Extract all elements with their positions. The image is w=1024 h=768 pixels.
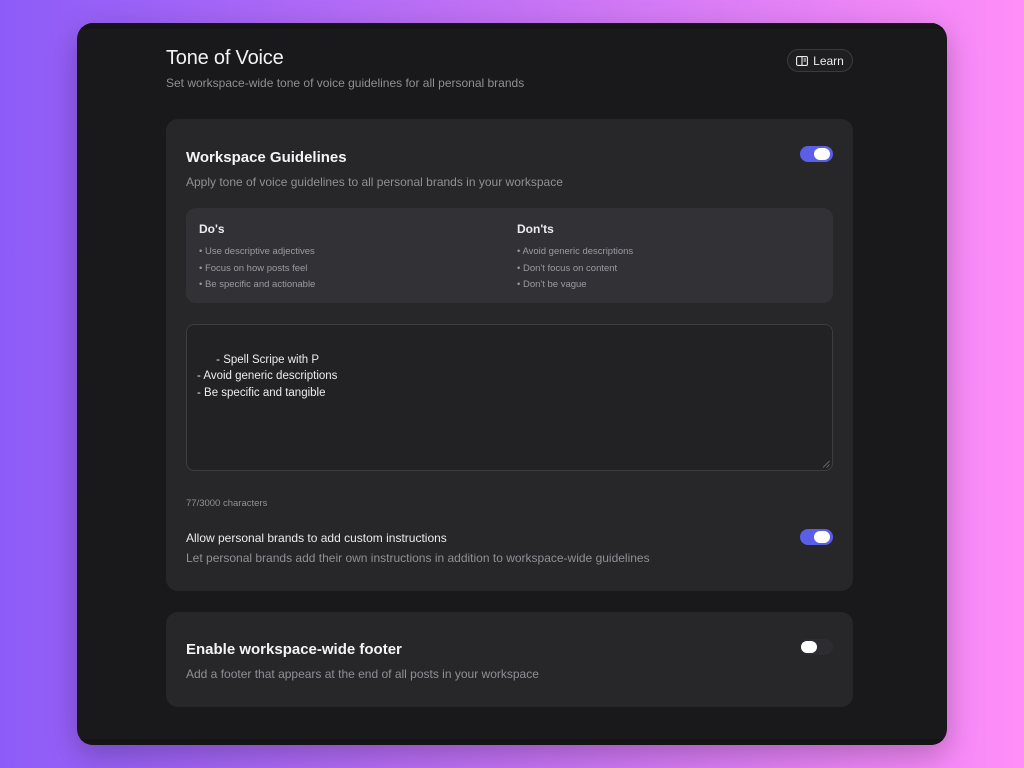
workspace-footer-card: Enable workspace-wide footer Add a foote… (166, 612, 853, 707)
donts-item: • Avoid generic descriptions (517, 246, 634, 257)
donts-title: Don'ts (517, 222, 554, 236)
learn-button[interactable]: Learn (787, 49, 853, 72)
guidelines-description: Apply tone of voice guidelines to all pe… (186, 175, 563, 189)
char-count: 77/3000 characters (186, 498, 268, 509)
textarea-content: - Spell Scripe with P - Avoid generic de… (197, 353, 338, 399)
dos-title: Do's (199, 222, 225, 236)
toggle-knob (814, 148, 830, 160)
guidelines-toggle[interactable] (800, 146, 833, 162)
custom-instructions-title: Allow personal brands to add custom inst… (186, 531, 447, 545)
dos-item: • Be specific and actionable (199, 279, 316, 291)
guidelines-textarea[interactable]: - Spell Scripe with P - Avoid generic de… (186, 324, 833, 471)
footer-title: Enable workspace-wide footer (186, 641, 402, 658)
page-title: Tone of Voice (166, 47, 284, 69)
guidelines-title: Workspace Guidelines (186, 149, 347, 166)
toggle-knob (801, 641, 817, 653)
toggle-knob (814, 531, 830, 543)
settings-window: Tone of Voice Set workspace-wide tone of… (77, 23, 947, 745)
custom-instructions-description: Let personal brands add their own instru… (186, 551, 650, 565)
dos-donts-panel: Do's • Use descriptive adjectives • Focu… (186, 208, 833, 303)
workspace-guidelines-card: Workspace Guidelines Apply tone of voice… (166, 119, 853, 591)
resize-grip-icon[interactable] (822, 460, 830, 468)
dos-column: Do's • Use descriptive adjectives • Focu… (199, 222, 315, 294)
dos-item: • Use descriptive adjectives (199, 246, 315, 257)
footer-description: Add a footer that appears at the end of … (186, 667, 539, 681)
book-icon (796, 55, 809, 66)
footer-toggle[interactable] (800, 639, 833, 655)
custom-instructions-toggle[interactable] (800, 529, 833, 545)
page-subtitle: Set workspace-wide tone of voice guideli… (166, 76, 525, 90)
dos-item: • Focus on how posts feel (199, 262, 308, 274)
donts-item: • Don't focus on content (517, 262, 618, 274)
donts-item: • Don't be vague (517, 279, 587, 291)
donts-column: Don'ts • Avoid generic descriptions • Do… (517, 222, 633, 294)
learn-label: Learn (813, 53, 844, 68)
